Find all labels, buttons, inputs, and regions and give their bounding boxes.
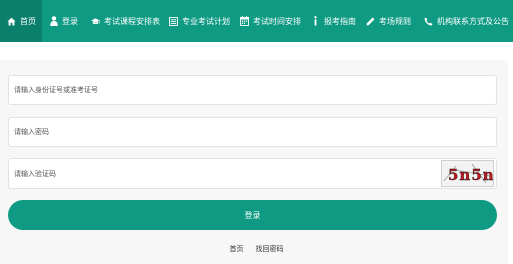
calendar-icon [240,16,249,26]
captcha-input[interactable] [9,159,439,188]
nav-item-login[interactable]: 登录 [49,0,78,42]
nav-item-label: 机构联系方式及公告 [437,16,509,26]
nav-item-label: 专业考试计划 [182,16,230,26]
captcha-field: 5n5n [8,158,497,189]
id-number-input[interactable] [8,75,497,105]
nav-item-guide[interactable]: 报考指南 [311,0,356,42]
nav-item-home[interactable]: 首页 [0,0,42,42]
nav-item-label: 首页 [20,16,36,26]
nav-item-rules[interactable]: 考场规则 [366,0,411,42]
captcha-text: 5n5n [448,166,493,184]
nav-item-label: 登录 [62,16,78,26]
home-icon [7,16,16,26]
nav-item-label: 考试时间安排 [253,16,301,26]
recover-password-link[interactable]: 找回密码 [256,244,284,256]
nav-item-label: 考试课程安排表 [104,16,160,26]
nav-item-course-schedule[interactable]: 考试课程安排表 [91,0,160,42]
nav-item-label: 报考指南 [324,16,356,26]
captcha-image[interactable]: 5n5n [441,160,494,187]
pencil-icon [366,16,375,26]
password-input[interactable] [8,117,497,147]
info-icon [311,16,320,26]
graduation-cap-icon [91,16,100,26]
home-link[interactable]: 首页 [230,244,244,256]
nav-item-exam-time[interactable]: 考试时间安排 [240,0,301,42]
phone-icon [424,16,433,26]
list-icon [169,16,178,26]
nav-item-contact[interactable]: 机构联系方式及公告 [424,0,509,42]
nav-item-label: 考场规则 [379,16,411,26]
user-icon [49,16,58,26]
top-navbar: 首页 登录 考试课程安排表 专业考试计划 考试时间安排 报考指南 考场规则 机构… [0,0,513,42]
login-button[interactable]: 登录 [8,200,497,230]
footer-links: 首页 找回密码 [0,244,513,256]
nav-item-exam-plan[interactable]: 专业考试计划 [169,0,230,42]
